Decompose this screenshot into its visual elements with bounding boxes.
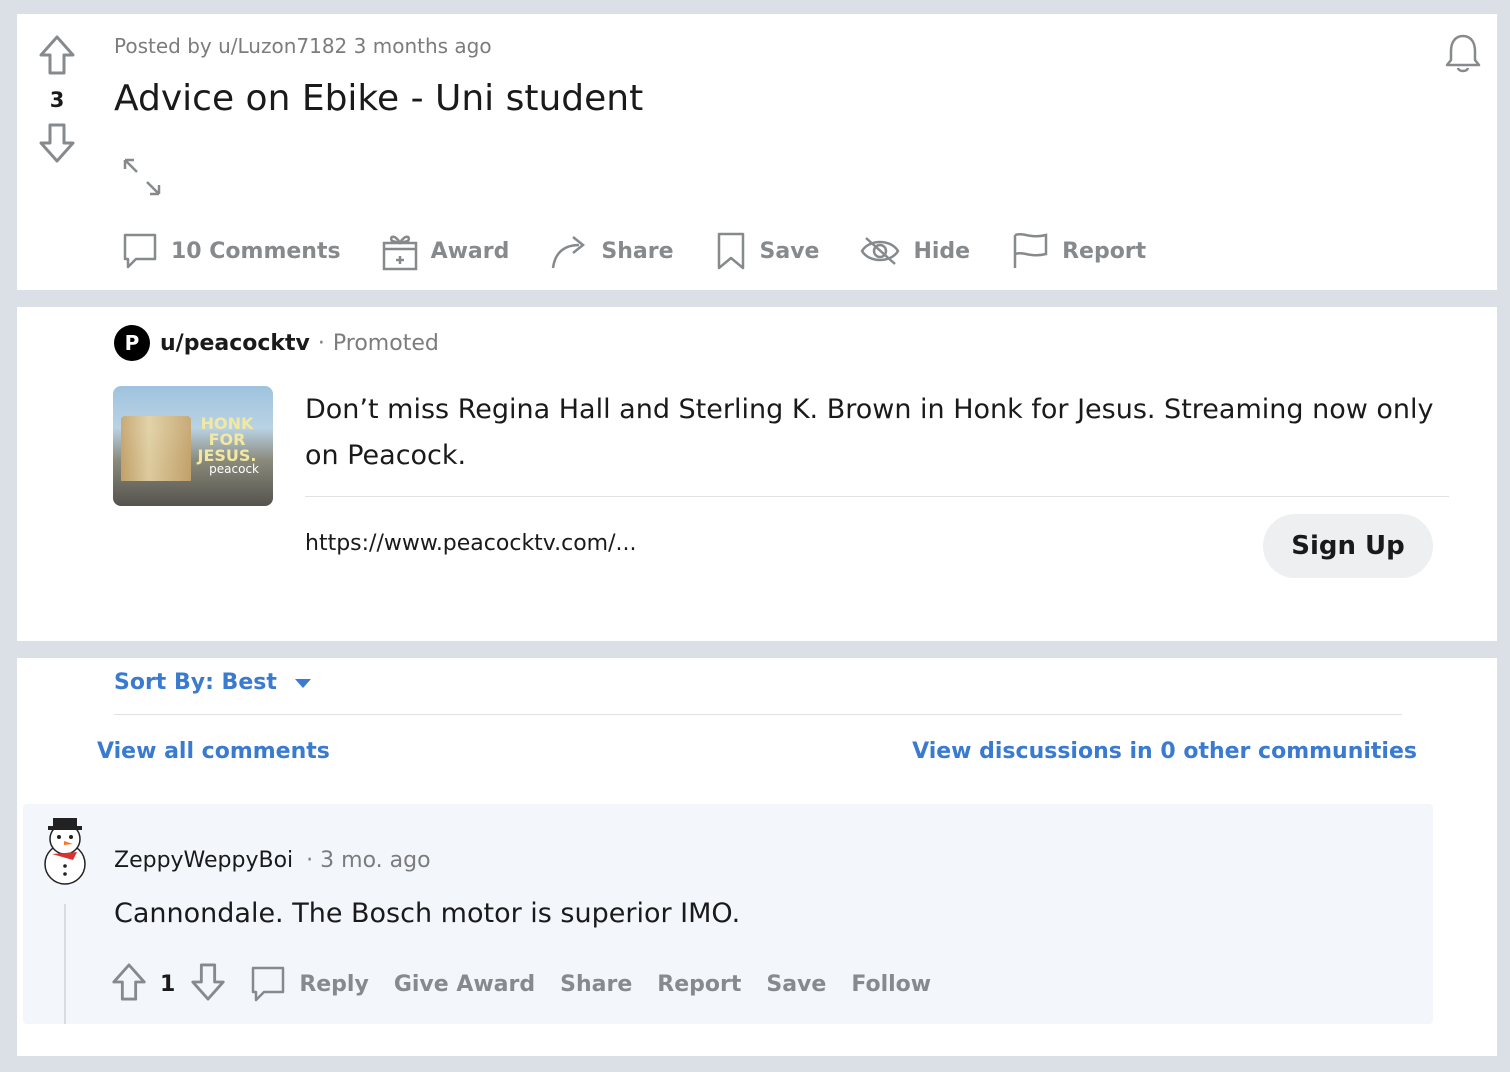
post-vote-count: 3: [49, 88, 65, 112]
sort-dropdown[interactable]: Sort By: Best: [114, 670, 313, 695]
post-card: 3 Posted by u/Luzon7182 3 months ago Adv…: [17, 14, 1497, 290]
comment-share-button[interactable]: Share: [560, 972, 632, 997]
award-label: Award: [430, 238, 510, 264]
bell-icon[interactable]: [1443, 32, 1483, 78]
view-discussions-link[interactable]: View discussions in 0 other communities: [912, 739, 1417, 764]
upvote-icon[interactable]: [37, 34, 77, 76]
comment-header: ZeppyWeppyBoi · 3 mo. ago: [114, 848, 431, 873]
advertiser-username[interactable]: u/peacocktv: [160, 331, 310, 356]
comments-card: Sort By: Best View all comments View dis…: [17, 658, 1497, 1056]
comments-label: 10 Comments: [171, 238, 341, 264]
vote-column: 3: [37, 34, 77, 164]
comment-report-button[interactable]: Report: [657, 972, 741, 997]
avatar-letter: P: [124, 331, 140, 355]
bookmark-icon: [717, 232, 744, 270]
give-award-button[interactable]: Give Award: [394, 972, 535, 997]
expand-icon[interactable]: [121, 156, 163, 202]
ad-thumbnail[interactable]: HONK FOR JESUS. peacock: [113, 386, 273, 506]
ad-header: P u/peacocktv · Promoted: [114, 325, 439, 361]
promoted-label: Promoted: [332, 330, 439, 356]
comments-button[interactable]: 10 Comments: [121, 230, 341, 272]
share-button[interactable]: Share: [549, 230, 674, 272]
separator-dot: ·: [317, 330, 325, 356]
sort-divider: [114, 714, 1402, 715]
save-label: Save: [759, 238, 820, 264]
comment-save-button[interactable]: Save: [766, 972, 826, 997]
report-label: Report: [1062, 238, 1147, 264]
flag-icon: [1013, 233, 1048, 268]
save-button[interactable]: Save: [714, 230, 820, 272]
hide-button[interactable]: Hide: [859, 230, 970, 272]
award-button[interactable]: Award: [381, 230, 510, 272]
gift-icon: [382, 235, 417, 271]
reply-label: Reply: [299, 971, 369, 997]
view-all-comments-link[interactable]: View all comments: [97, 739, 330, 764]
comment: ZeppyWeppyBoi · 3 mo. ago Cannondale. Th…: [23, 804, 1433, 1024]
downvote-icon[interactable]: [37, 122, 77, 164]
follow-button[interactable]: Follow: [851, 972, 931, 997]
report-button[interactable]: Report: [1010, 230, 1146, 272]
comment-author[interactable]: ZeppyWeppyBoi: [114, 848, 293, 873]
snowman-avatar[interactable]: [37, 814, 93, 892]
post-action-bar: 10 Comments Award Share Save Hide Report: [121, 230, 1186, 272]
thumbnail-brand: peacock: [209, 462, 259, 476]
hide-label: Hide: [913, 238, 971, 264]
comment-icon: [123, 233, 157, 269]
ad-text[interactable]: Don’t miss Regina Hall and Sterling K. B…: [305, 387, 1455, 479]
comment-action-bar: 1 Reply Give Award Share Report Save Fol…: [110, 962, 956, 1006]
comment-icon: [252, 966, 285, 1002]
share-label: Share: [601, 238, 674, 264]
comment-score: 1: [160, 971, 176, 997]
comment-time: · 3 mo. ago: [306, 848, 431, 873]
share-arrow-icon: [552, 236, 586, 269]
thumbnail-title: HONK FOR JESUS.: [197, 414, 257, 465]
sign-up-button[interactable]: Sign Up: [1263, 514, 1433, 578]
comment-body: Cannondale. The Bosch motor is superior …: [114, 898, 741, 929]
ad-url[interactable]: https://www.peacocktv.com/...: [305, 531, 637, 556]
thread-line[interactable]: [64, 904, 66, 1024]
post-meta: Posted by u/Luzon7182 3 months ago: [114, 34, 492, 58]
advertiser-avatar[interactable]: P: [114, 325, 150, 361]
eye-slash-icon: [861, 237, 900, 265]
comment-downvote-icon[interactable]: [189, 962, 227, 1006]
promoted-card: P u/peacocktv · Promoted HONK FOR JESUS.…: [17, 307, 1497, 641]
caret-down-icon: [294, 678, 311, 688]
thumbnail-figures: [121, 416, 191, 481]
sort-label: Sort By: Best: [114, 670, 277, 695]
reply-button[interactable]: Reply: [249, 963, 369, 1005]
comment-upvote-icon[interactable]: [110, 962, 148, 1006]
post-title[interactable]: Advice on Ebike - Uni student: [114, 78, 643, 119]
ad-divider: [305, 496, 1449, 497]
